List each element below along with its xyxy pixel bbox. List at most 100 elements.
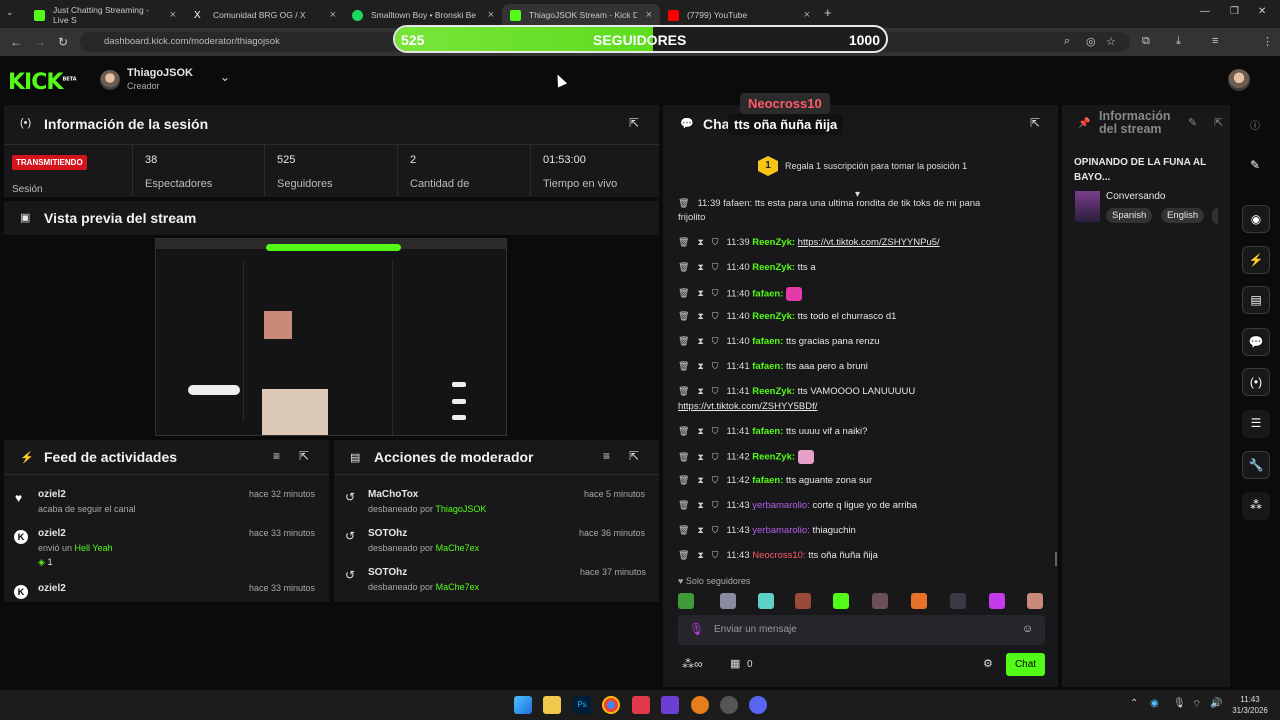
wrench-icon[interactable]: 🔧: [1242, 451, 1270, 479]
timeout-icon[interactable]: ⧗: [697, 386, 703, 396]
feed-user[interactable]: oziel2: [38, 528, 66, 539]
file-explorer-icon[interactable]: [543, 696, 561, 714]
nodes-icon[interactable]: ⁂: [1242, 492, 1270, 520]
edit-icon[interactable]: ✎: [1188, 116, 1197, 129]
trash-icon[interactable]: 🗑: [678, 237, 689, 247]
windows-start-icon[interactable]: [514, 696, 532, 714]
emote[interactable]: [872, 593, 888, 609]
chat-username[interactable]: fafaen:: [752, 475, 786, 486]
trash-icon[interactable]: 🗑: [678, 198, 689, 208]
info-icon[interactable]: ⓘ: [1250, 117, 1260, 132]
ban-icon[interactable]: ⛉: [712, 361, 719, 371]
feed-user[interactable]: oziel2: [38, 489, 66, 500]
trash-icon[interactable]: 🗑: [678, 311, 689, 321]
app-icon[interactable]: [749, 696, 767, 714]
trash-icon[interactable]: 🗑: [678, 500, 689, 510]
emote[interactable]: [678, 593, 694, 609]
chat-username[interactable]: fafaen:: [752, 288, 786, 299]
ban-icon[interactable]: ⛉: [712, 311, 719, 321]
chat-username[interactable]: ReenZyk:: [752, 237, 797, 248]
trash-icon[interactable]: 🗑: [678, 361, 689, 371]
trash-icon[interactable]: 🗑: [678, 262, 689, 272]
chat-input-box[interactable]: 🎙 Enviar un mensaje ☺: [678, 615, 1045, 645]
chat-bubble-icon[interactable]: 💬: [1242, 328, 1270, 356]
popout-icon[interactable]: ⇱: [629, 116, 639, 130]
stack-icon[interactable]: ☰: [1242, 410, 1270, 438]
filter-icon[interactable]: ≡: [273, 449, 280, 463]
chat-username[interactable]: Neocross10:: [752, 550, 808, 561]
timeout-icon[interactable]: ⧗: [697, 336, 703, 346]
browser-tab-4[interactable]: ThiagoJSOK Stream - Kick Dash ×: [502, 4, 660, 26]
timeout-icon[interactable]: ⧗: [697, 288, 703, 298]
ban-icon[interactable]: ⛉: [712, 288, 719, 298]
chat-username[interactable]: fafaen:: [752, 336, 786, 347]
chat-username[interactable]: ReenZyk:: [752, 386, 797, 397]
timeout-icon[interactable]: ⧗: [697, 426, 703, 436]
forward-icon[interactable]: →: [34, 35, 46, 49]
chat-scrollbar[interactable]: [1055, 552, 1057, 566]
reading-list-icon[interactable]: ≡: [1212, 35, 1218, 47]
close-icon[interactable]: ×: [804, 9, 810, 21]
minimize-icon[interactable]: —: [1200, 6, 1210, 17]
browser-tab-1[interactable]: Just Chatting Streaming - Live S ×: [26, 4, 184, 26]
reload-icon[interactable]: ↻: [58, 35, 68, 49]
document-icon[interactable]: ▤: [1242, 286, 1270, 314]
browser-tab-3[interactable]: Smalltown Boy • Bronski Be ×: [344, 4, 502, 26]
ban-icon[interactable]: ⛉: [712, 550, 719, 560]
pencil-icon[interactable]: ✎: [1250, 158, 1260, 172]
close-icon[interactable]: ×: [488, 9, 494, 21]
mod-user[interactable]: SOTOhz: [368, 528, 407, 539]
filter-icon[interactable]: ≡: [603, 449, 610, 463]
browser-tab-5[interactable]: (7799) YouTube ×: [660, 4, 818, 26]
tab-search-icon[interactable]: ⌄: [6, 7, 14, 18]
clock[interactable]: 11:43 31/3/2026: [1228, 694, 1272, 716]
trash-icon[interactable]: 🗑: [678, 426, 689, 436]
popout-icon[interactable]: ⇱: [1214, 116, 1223, 129]
timeout-icon[interactable]: ⧗: [697, 262, 703, 272]
ban-icon[interactable]: ⛉: [712, 500, 719, 510]
close-icon[interactable]: ×: [170, 9, 176, 21]
chevron-up-icon[interactable]: ⌃: [1130, 698, 1138, 709]
popout-icon[interactable]: ⇱: [629, 449, 639, 463]
emote[interactable]: [1027, 593, 1043, 609]
chat-username[interactable]: fafaen:: [752, 361, 786, 372]
kick-logo[interactable]: KICKBETA: [8, 70, 77, 95]
browser-tab-2[interactable]: X Comunidad BRG OG / X ×: [186, 4, 344, 26]
user-avatar[interactable]: [1228, 69, 1250, 91]
feed-user[interactable]: oziel2: [38, 583, 66, 594]
chat-username[interactable]: fafaen:: [752, 426, 786, 437]
chat-link[interactable]: https://vt.tiktok.com/ZSHYY5BDf/: [678, 401, 817, 412]
chat-username[interactable]: yerbamarolio:: [752, 525, 812, 536]
timeout-icon[interactable]: ⧗: [697, 452, 703, 462]
trash-icon[interactable]: 🗑: [678, 452, 689, 462]
points-icon[interactable]: ⁂∞: [682, 657, 703, 671]
back-icon[interactable]: ←: [10, 35, 22, 49]
network-icon[interactable]: ◉: [1150, 698, 1159, 709]
microphone-icon[interactable]: 🎙: [1173, 698, 1186, 709]
emote[interactable]: [758, 593, 774, 609]
trash-icon[interactable]: 🗑: [678, 550, 689, 560]
lightning-icon[interactable]: ⚡: [1242, 246, 1270, 274]
mod-user[interactable]: SOTOhz: [368, 567, 407, 578]
chat-username[interactable]: ReenZyk:: [752, 262, 797, 273]
timeout-icon[interactable]: ⧗: [697, 500, 703, 510]
microphone-icon[interactable]: 🎙: [689, 622, 704, 636]
obs-icon[interactable]: [720, 696, 738, 714]
zoom-icon[interactable]: ⌕: [1064, 35, 1070, 48]
popout-icon[interactable]: ⇱: [1030, 116, 1040, 130]
ban-icon[interactable]: ⛉: [712, 262, 719, 272]
ban-icon[interactable]: ⛉: [712, 525, 719, 535]
app-icon[interactable]: [661, 696, 679, 714]
chat-username[interactable]: ReenZyk:: [752, 311, 797, 322]
store-icon[interactable]: ▦: [730, 657, 740, 670]
timeout-icon[interactable]: ⧗: [697, 550, 703, 560]
close-icon[interactable]: ×: [330, 9, 336, 21]
ban-icon[interactable]: ⛉: [712, 452, 719, 462]
stream-preview-video[interactable]: [155, 238, 507, 436]
chat-username[interactable]: ReenZyk:: [752, 452, 797, 463]
close-window-icon[interactable]: ✕: [1258, 6, 1266, 17]
emote[interactable]: [989, 593, 1005, 609]
category-name[interactable]: Conversando: [1106, 191, 1165, 202]
star-icon[interactable]: ☆: [1106, 35, 1116, 48]
download-icon[interactable]: ⤓: [1176, 35, 1181, 48]
